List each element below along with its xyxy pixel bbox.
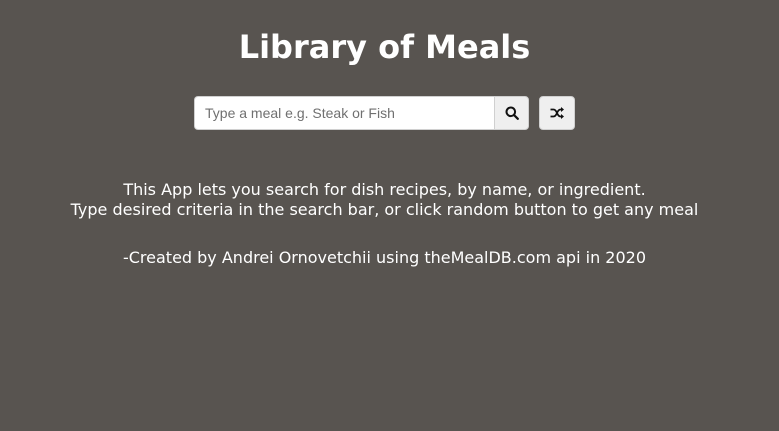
search-form xyxy=(194,96,529,130)
app-description: This App lets you search for dish recipe… xyxy=(0,180,769,220)
shuffle-icon xyxy=(550,107,564,119)
description-line-2: Type desired criteria in the search bar,… xyxy=(70,200,699,219)
description-line-1: This App lets you search for dish recipe… xyxy=(123,180,646,199)
credit-text: -Created by Andrei Ornovetchii using the… xyxy=(122,248,647,267)
search-row xyxy=(194,96,575,130)
page-title: Library of Meals xyxy=(238,28,531,66)
search-input[interactable] xyxy=(194,96,494,130)
page: Library of Meals Type a meal e.g. Steak … xyxy=(0,0,779,431)
random-meal-button[interactable] xyxy=(539,96,575,130)
search-button[interactable] xyxy=(494,96,529,130)
search-icon xyxy=(505,106,519,120)
